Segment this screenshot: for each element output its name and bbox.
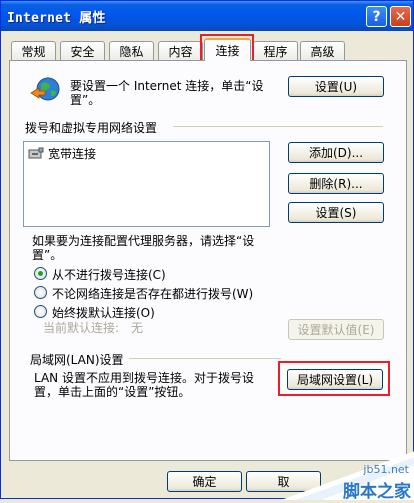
current-default-label: 当前默认连接: [43,321,120,335]
group-divider [173,126,383,127]
remove-connection-button[interactable]: 删除(R)... [288,173,384,194]
tab-programs[interactable]: 程序 [253,41,298,60]
setup-button[interactable]: 设置(U) [288,76,384,97]
close-button[interactable]: ✕ [390,6,411,27]
title-bar[interactable]: Internet 属性 ? ✕ [1,1,413,31]
tab-privacy[interactable]: 隐私 [109,41,154,60]
watermark-url: jb51.net [363,463,409,476]
dial-whenever-radio[interactable] [34,286,47,299]
add-connection-button[interactable]: 添加(D)... [288,142,384,163]
watermark-site-name: 脚本之家 [343,482,411,502]
list-item[interactable]: 宽带连接 [28,145,96,162]
connection-name: 宽带连接 [48,147,97,161]
tab-connections[interactable]: 连接 [204,38,251,61]
dial-whenever-label[interactable]: 不论网络连接是否存在都进行拨号(W) [52,285,253,302]
lan-button-highlight-box [278,361,390,396]
always-dial-default-radio[interactable] [34,305,47,318]
setup-instructions-line2: 置”。 [70,93,101,107]
group-divider [129,358,281,359]
globe-network-icon [29,75,61,105]
set-default-button[interactable]: 设置默认值(E) [288,319,384,340]
always-dial-default-label[interactable]: 始终拨默认连接(O) [52,304,155,321]
proxy-note-line1: 如果要为连接配置代理服务器，请选择“设 [32,234,255,248]
ok-button[interactable]: 确定 [167,471,242,492]
current-default-value: 无 [131,321,144,335]
help-button[interactable]: ? [366,6,387,27]
lan-group-label: 局域网(LAN)设置 [30,353,124,367]
tab-advanced[interactable]: 高级 [300,41,345,60]
connections-list[interactable]: 宽带连接 [23,141,270,227]
lan-note-line1: LAN 设置不应用到拨号连接。对于拨号设 [34,371,254,385]
setup-instructions-line1: 要设置一个 Internet 连接，单击“设 [70,79,264,93]
lan-note-line2: 置，单击上面的“设置”按钮。 [34,385,191,399]
connection-settings-button[interactable]: 设置(S) [288,202,384,223]
tab-general[interactable]: 常规 [11,41,56,60]
tab-security[interactable]: 安全 [60,41,105,60]
proxy-note-line2: 置”。 [32,248,63,262]
window-title: Internet 属性 [7,10,106,26]
never-dial-radio[interactable] [34,267,47,280]
tab-content[interactable]: 内容 [158,41,203,60]
broadband-connection-icon [28,147,44,161]
watermark: jb51.net 脚本之家 [281,451,414,502]
internet-properties-dialog: Internet 属性 ? ✕ 常规 安全 隐私 内容 连接 程序 高级 要设置… [0,0,414,502]
never-dial-label[interactable]: 从不进行拨号连接(C) [52,266,166,283]
dialup-vpn-group-label: 拨号和虚拟专用网络设置 [25,121,158,135]
